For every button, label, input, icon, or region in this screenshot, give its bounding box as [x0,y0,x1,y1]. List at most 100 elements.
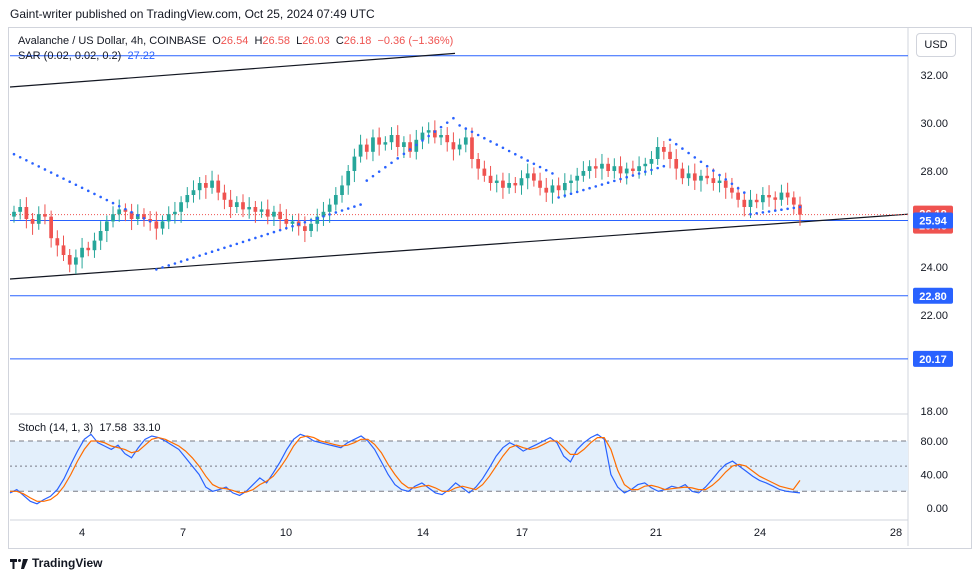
candle [154,221,159,229]
candle [569,180,573,183]
candle [730,187,734,193]
candle [649,159,654,164]
sar-dot [384,165,387,169]
high-value: 26.58 [262,35,290,47]
sar-dot [668,138,672,142]
candle [463,137,468,145]
candle [247,207,252,210]
sar-dot [439,125,443,129]
candle [612,166,617,171]
sar-dot [167,264,171,267]
candle [179,202,183,212]
candle [272,211,276,217]
sar-dot [452,116,455,120]
sar-dot [792,206,796,210]
sar-dot [86,189,90,193]
candle [309,223,313,231]
candle [74,257,78,265]
price-chart[interactable]: 32.0030.0028.0024.0022.0018.0026.1810:45… [0,0,976,580]
candle [92,240,97,251]
candle [426,130,431,133]
sar-dot [538,165,542,169]
sar-dot [185,258,189,261]
sar-dot [705,164,709,168]
sar-dot [780,208,783,211]
candle [80,247,84,258]
candle [519,178,524,186]
time-tick-label: 4 [79,527,85,539]
candle [668,151,672,159]
price-tick-label: 28.00 [920,166,948,178]
candle [538,180,542,188]
sar-dot [501,146,505,150]
sar-dot [470,130,474,134]
sar-dot [93,192,96,196]
close-value: 26.18 [343,35,372,47]
candle [290,221,295,224]
sar-dot [736,186,740,190]
candle [67,255,72,265]
sar-dot [798,205,802,209]
tradingview-logo[interactable]: TradingView [10,556,102,570]
candle [643,163,648,167]
candle [593,166,598,169]
sar-dot [631,174,635,177]
candle [476,159,481,169]
currency-button[interactable]: USD [916,33,956,57]
sar-dot [266,232,270,236]
candle [402,142,406,147]
sar-dot [507,149,511,153]
candle [210,180,214,188]
candle [705,175,710,179]
candle [111,214,115,222]
candle [606,163,610,171]
candle [253,207,258,212]
sar-dot [588,186,591,190]
candle [661,147,666,152]
candle [686,173,691,179]
sar-dot [334,211,338,214]
candle [241,202,245,210]
sar-dot [458,124,461,127]
sar-dot [117,204,121,208]
candle [36,214,41,224]
candle [160,221,165,229]
candle [371,137,375,152]
sar-dot [229,244,232,248]
sar-dot [124,207,127,211]
candle [43,214,47,217]
sar-dot [390,161,393,165]
sar-label: SAR (0.02, 0.02, 0.2) [18,50,122,62]
sar-dot [285,226,288,230]
sar-dot [161,266,164,269]
sar-dot [371,174,375,178]
candle [352,156,357,171]
candle [637,166,641,171]
stoch-k-value: 17.58 [99,422,127,434]
candle [742,199,747,207]
low-value: 26.03 [302,35,330,47]
sar-dot [563,194,567,197]
candle [358,144,363,157]
sar-dot [322,215,325,218]
chart-legend: Avalanche / US Dollar, 4h, COINBASE O26.… [18,34,453,64]
candle [488,175,493,183]
sar-dot [606,181,610,185]
candle [711,178,716,183]
price-axis-label: 20.17 [919,354,947,366]
candle [773,197,778,200]
sar-dot [173,262,177,265]
stoch-d-value: 33.10 [133,422,161,434]
sar-dot [699,160,703,164]
sar-dot [767,210,771,213]
sar-dot [674,142,678,146]
sar-dot [68,180,72,183]
sar-dot [569,192,573,196]
candle [389,135,394,143]
sar-dot [433,130,437,133]
stoch-label: Stoch (14, 1, 3) [18,422,94,434]
candle [581,171,586,176]
sar-dot [681,147,684,150]
price-tick-label: 24.00 [920,262,948,274]
candle [680,168,685,179]
